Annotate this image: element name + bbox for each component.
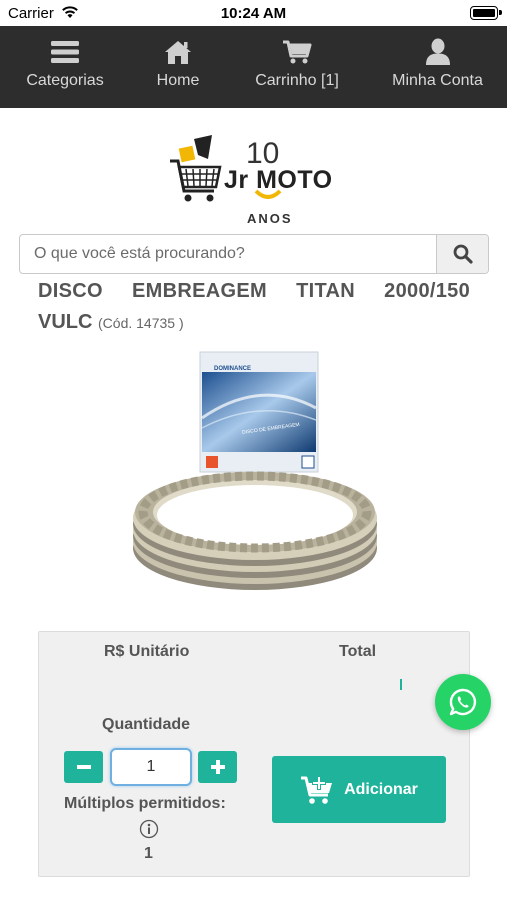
multiples-value: 1 — [144, 845, 153, 862]
purchase-panel: R$ Unitário Total Quantidade Múltiplos p… — [38, 631, 470, 877]
search-bar — [19, 234, 489, 274]
menu-icon — [51, 41, 79, 63]
cart-icon — [283, 40, 312, 64]
add-to-cart-label: Adicionar — [344, 780, 418, 798]
nav-item-home[interactable]: Home — [130, 26, 226, 108]
info-icon[interactable] — [139, 819, 159, 839]
add-to-cart-icon — [301, 775, 333, 804]
total-value-indicator — [400, 679, 402, 690]
whatsapp-icon — [449, 688, 477, 716]
product-image: DOMINANCE DISCO DE EMBREAGEM — [133, 351, 377, 590]
nav-label-minha-conta: Minha Conta — [392, 72, 483, 89]
jr-moto-logo[interactable]: 10 Jr MOTO ANOS — [168, 133, 340, 228]
product-code: (Cód. 14735 ) — [98, 315, 184, 331]
quantity-label: Quantidade — [102, 716, 191, 733]
battery-icon — [470, 6, 502, 20]
search-icon — [453, 244, 473, 264]
unit-price-label: R$ Unitário — [104, 643, 190, 660]
nav-item-categorias[interactable]: Categorias — [0, 26, 130, 108]
search-input[interactable] — [20, 235, 436, 273]
nav-label-home: Home — [156, 72, 200, 89]
logo-subtitle: ANOS — [247, 211, 293, 226]
user-icon — [425, 38, 450, 65]
quantity-increase-button[interactable] — [198, 751, 237, 783]
home-icon — [165, 41, 191, 64]
multiples-label: Múltiplos permitidos: — [64, 795, 226, 812]
minus-icon — [76, 765, 91, 769]
whatsapp-button[interactable] — [435, 674, 491, 730]
box-brand: DOMINANCE — [214, 366, 251, 372]
top-nav: Categorias Home Carrinho [1] Minha Conta — [0, 26, 507, 108]
add-to-cart-button[interactable]: Adicionar — [272, 756, 446, 823]
product-title-continued: VULC (Cód. 14735 ) — [38, 311, 184, 334]
search-button[interactable] — [436, 235, 488, 273]
nav-item-minha-conta[interactable]: Minha Conta — [368, 26, 507, 108]
product-title-line2: VULC — [38, 311, 93, 333]
logo-brand: Jr MOTO — [224, 166, 333, 194]
nav-label-categorias: Categorias — [26, 72, 104, 89]
product-title: DISCO EMBREAGEM TITAN 2000/150 — [38, 280, 470, 302]
plus-icon — [210, 760, 225, 774]
status-time: 10:24 AM — [220, 5, 287, 22]
nav-item-carrinho[interactable]: Carrinho [1] — [226, 26, 368, 108]
quantity-decrease-button[interactable] — [64, 751, 103, 783]
quantity-input[interactable] — [110, 748, 192, 786]
total-label: Total — [339, 643, 377, 660]
nav-label-carrinho: Carrinho [1] — [255, 72, 339, 89]
status-bar: Carrier 10:24 AM — [0, 0, 507, 26]
